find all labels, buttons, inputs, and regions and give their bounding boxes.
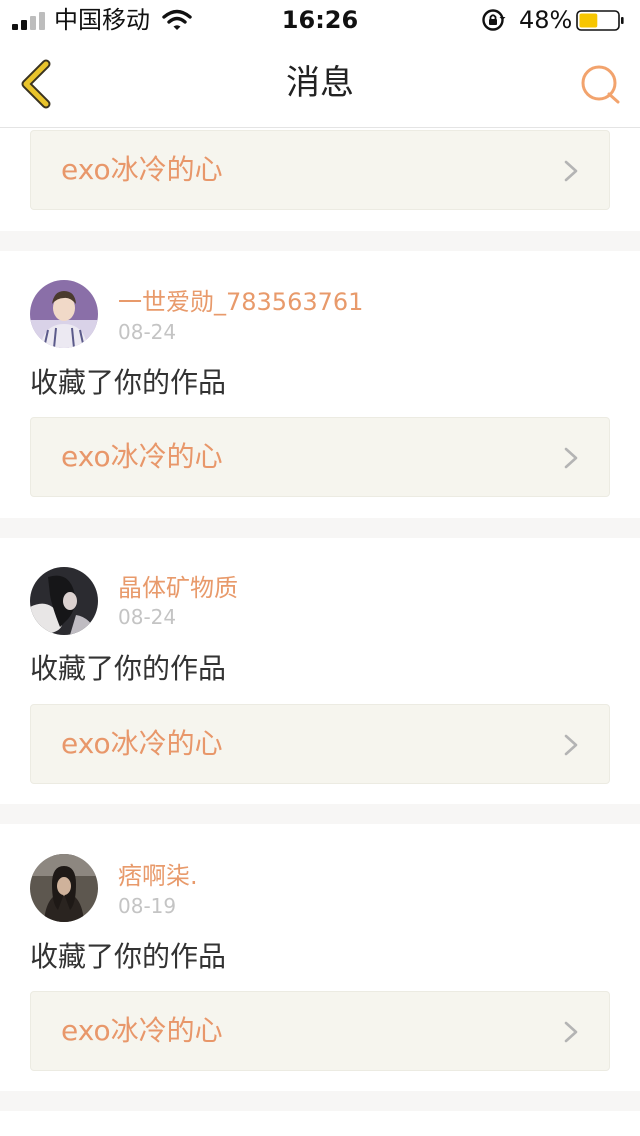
work-link[interactable]: exo冰冷的心	[30, 704, 610, 784]
status-bar: 中国移动 16:26 48%	[0, 0, 640, 40]
section-divider	[0, 518, 640, 538]
battery-percentage: 48%	[519, 6, 573, 34]
message-list[interactable]: exo冰冷的心 一世爱勋_783563761 08-24 收藏了你的作品 exo…	[0, 129, 640, 1136]
section-divider	[0, 804, 640, 824]
chevron-right-icon	[564, 1021, 578, 1043]
avatar[interactable]	[30, 854, 98, 922]
page-title: 消息	[286, 63, 354, 103]
work-title: exo冰冷的心	[61, 727, 223, 760]
battery-icon	[576, 10, 624, 31]
message-text: 收藏了你的作品	[30, 366, 227, 399]
work-title: exo冰冷的心	[61, 440, 223, 473]
search-icon[interactable]	[578, 62, 624, 108]
work-link[interactable]: exo冰冷的心	[30, 130, 610, 210]
chevron-right-icon	[564, 447, 578, 469]
username[interactable]: 一世爱勋_783563761	[118, 287, 363, 317]
navigation-bar: 消息	[0, 40, 640, 128]
chevron-right-icon	[564, 160, 578, 182]
avatar[interactable]	[30, 567, 98, 635]
work-link[interactable]: exo冰冷的心	[30, 991, 610, 1071]
message-text: 收藏了你的作品	[30, 652, 227, 685]
chevron-right-icon	[564, 734, 578, 756]
message-date: 08-24	[118, 605, 177, 629]
work-title: exo冰冷的心	[61, 1014, 223, 1047]
work-link[interactable]: exo冰冷的心	[30, 417, 610, 497]
section-divider	[0, 231, 640, 251]
message-date: 08-19	[118, 894, 177, 918]
message-date: 08-24	[118, 320, 177, 344]
avatar[interactable]	[30, 280, 98, 348]
rotation-lock-icon	[482, 9, 506, 31]
username[interactable]: 痞啊柒.	[118, 861, 198, 891]
message-text: 收藏了你的作品	[30, 940, 227, 973]
section-divider	[0, 1091, 640, 1111]
username[interactable]: 晶体矿物质	[118, 573, 238, 603]
work-title: exo冰冷的心	[61, 153, 223, 186]
